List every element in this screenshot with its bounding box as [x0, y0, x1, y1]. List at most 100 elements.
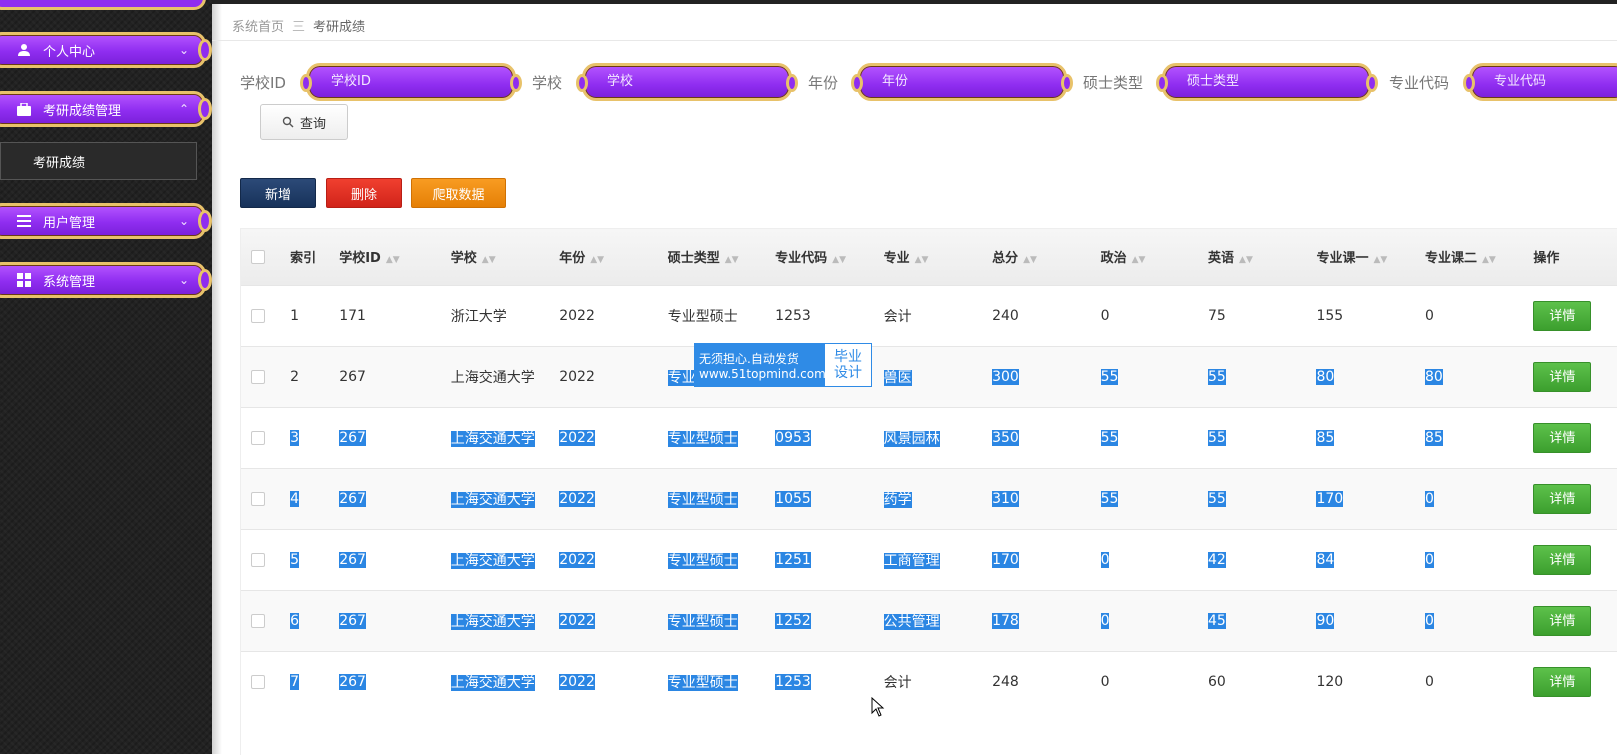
breadcrumb-current: 考研成绩	[313, 20, 366, 35]
detail-button[interactable]: 详情	[1533, 422, 1592, 453]
table-cell: 4	[290, 490, 300, 507]
school-input[interactable]: 学校	[576, 63, 798, 101]
table-cell: 90	[1316, 612, 1335, 629]
table-cell: 0	[1424, 551, 1434, 568]
table-cell: 2022	[559, 490, 595, 507]
crawl-data-button[interactable]: 爬取数据	[411, 178, 506, 208]
table-cell: 1253	[775, 673, 811, 690]
table-cell: 1055	[775, 490, 811, 507]
table-cell: 0953	[775, 429, 811, 446]
sidebar: 个人中心 ⌄ 考研成绩管理 ⌃ 考研成绩 用户管理 ⌄ 系统管理 ⌄	[0, 0, 212, 754]
sort-icon: ▲▼	[1373, 255, 1388, 266]
table-cell: 1252	[775, 612, 811, 629]
column-header[interactable]: 学校ID ▲▼	[339, 229, 451, 285]
table-cell: 267	[339, 429, 366, 446]
table-cell: 7	[290, 673, 300, 690]
row-checkbox[interactable]	[251, 674, 265, 689]
table-cell: 0	[1100, 551, 1110, 568]
column-header[interactable]: 专业 ▲▼	[884, 229, 992, 285]
detail-button[interactable]: 详情	[1533, 361, 1592, 392]
breadcrumb-home[interactable]: 系统首页	[232, 16, 284, 35]
table-cell: 170	[992, 551, 1019, 568]
row-checkbox[interactable]	[251, 613, 265, 628]
table-cell: 170	[1316, 490, 1344, 507]
table-cell: 267	[339, 551, 366, 568]
table-cell: 药学	[883, 491, 912, 508]
table-cell: 0	[1424, 612, 1434, 629]
table-cell: 0	[1100, 673, 1110, 690]
row-checkbox[interactable]	[251, 308, 265, 323]
top-bar	[212, 0, 1617, 4]
year-input[interactable]: 年份	[851, 63, 1073, 101]
table-cell: 310	[992, 490, 1019, 507]
table-cell: 1253	[775, 307, 811, 324]
table-cell: 浙江大学	[450, 308, 507, 325]
chevron-down-icon: ⌄	[178, 273, 189, 287]
add-button[interactable]: 新增	[240, 178, 316, 208]
school-id-input[interactable]: 学校ID	[300, 63, 522, 101]
row-checkbox[interactable]	[251, 491, 265, 506]
row-checkbox[interactable]	[251, 552, 265, 567]
table-cell: 75	[1208, 307, 1226, 324]
table-cell: 248	[992, 673, 1019, 690]
submenu-item-scores[interactable]: 考研成绩	[0, 142, 197, 180]
major-code-input[interactable]: 专业代码	[1463, 63, 1617, 101]
table-cell: 上海交通大学	[450, 369, 535, 386]
table-cell: 上海交通大学	[450, 613, 535, 630]
briefcase-icon	[15, 102, 33, 116]
table-cell: 1	[290, 307, 300, 324]
column-header[interactable]: 政治 ▲▼	[1101, 229, 1208, 285]
table-cell: 专业型硕士	[667, 308, 738, 325]
column-header[interactable]: 学校 ▲▼	[451, 229, 559, 285]
table-cell: 55	[1100, 429, 1119, 446]
sort-icon: ▲▼	[1239, 255, 1253, 266]
sort-icon: ▲▼	[590, 255, 605, 266]
sort-icon: ▲▼	[1481, 255, 1496, 266]
sidebar-item-score-management[interactable]: 考研成绩管理 ⌃	[0, 91, 212, 127]
table-cell: 专业型硕士	[667, 613, 738, 630]
column-header[interactable]: 英语 ▲▼	[1208, 229, 1316, 285]
row-checkbox[interactable]	[251, 369, 265, 384]
table-cell: 178	[992, 612, 1019, 629]
table-cell: 42	[1208, 551, 1226, 568]
column-header[interactable]: 专业课一 ▲▼	[1316, 229, 1424, 285]
table-cell: 55	[1208, 490, 1226, 507]
sidebar-item-personal-center[interactable]: 个人中心 ⌄	[0, 32, 212, 68]
query-button[interactable]: 查询	[260, 104, 348, 140]
detail-button[interactable]: 详情	[1533, 300, 1592, 331]
detail-button[interactable]: 详情	[1533, 544, 1592, 575]
detail-button[interactable]: 详情	[1533, 483, 1592, 514]
table-cell: 300	[992, 368, 1019, 385]
column-header[interactable]: 硕士类型 ▲▼	[668, 229, 775, 285]
column-header[interactable]: 专业课二 ▲▼	[1425, 229, 1533, 285]
row-checkbox[interactable]	[251, 430, 265, 445]
sidebar-item-label: 系统管理	[43, 274, 96, 290]
column-header[interactable]: 专业代码 ▲▼	[775, 229, 883, 285]
table-cell: 267	[339, 612, 366, 629]
sidebar-item-system-management[interactable]: 系统管理 ⌄	[0, 262, 212, 298]
delete-button[interactable]: 删除	[326, 178, 402, 208]
watermark-line1: 无须担心.自动发货	[699, 351, 799, 366]
table-cell: 45	[1208, 612, 1226, 629]
table-cell: 工商管理	[883, 552, 940, 569]
table-cell: 上海交通大学	[450, 491, 535, 508]
table-cell: 2022	[559, 551, 595, 568]
sidebar-item-user-management[interactable]: 用户管理 ⌄	[0, 203, 212, 239]
table-cell: 风景园林	[883, 430, 940, 447]
degree-type-label: 硕士类型	[1083, 74, 1144, 92]
table-cell: 171	[339, 307, 366, 324]
table-cell: 55	[1100, 490, 1119, 507]
school-label: 学校	[532, 74, 563, 92]
detail-button[interactable]: 详情	[1533, 666, 1592, 697]
column-header: 索引	[290, 251, 317, 267]
sort-icon: ▲▼	[832, 255, 847, 266]
column-header[interactable]: 总分 ▲▼	[992, 229, 1100, 285]
sidebar-top-pill[interactable]	[0, 0, 206, 10]
degree-type-input[interactable]: 硕士类型	[1156, 63, 1378, 101]
table-cell: 120	[1316, 673, 1344, 690]
year-label: 年份	[808, 74, 839, 92]
select-all-checkbox[interactable]	[251, 249, 265, 264]
mouse-cursor-icon	[871, 697, 885, 717]
detail-button[interactable]: 详情	[1533, 605, 1592, 636]
column-header[interactable]: 年份 ▲▼	[559, 229, 667, 285]
